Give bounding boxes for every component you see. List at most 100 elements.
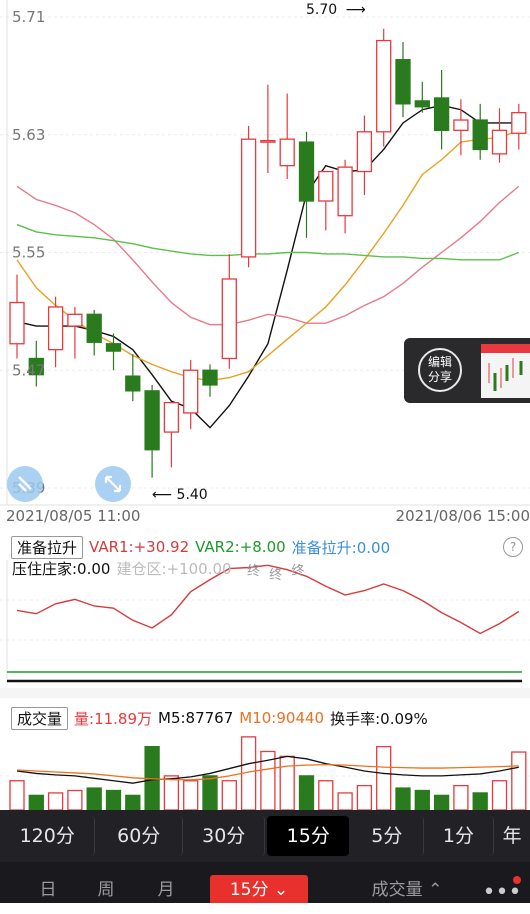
volume-bar [337,792,353,811]
volume-bar [453,784,469,811]
period-15min[interactable]: 15分 [267,816,350,856]
volume-bar [47,792,64,811]
period-120min[interactable]: 120分 [0,816,96,856]
low-label: 5.40 [176,487,208,503]
period-1min[interactable]: 1分 [424,816,495,856]
tab-volume-label: 成交量 [371,880,423,900]
collapse-indicator-icon[interactable] [7,466,43,502]
tab-week[interactable]: 周 [76,875,136,903]
build-value: 建仓区:+100.00 [116,559,232,578]
tab-volume[interactable]: 成交量 ⌃ [352,875,462,903]
price-tick-label: 5.71 [12,8,45,26]
candle-body [67,313,83,327]
candlesticks [9,28,527,478]
volume-bar [28,794,44,811]
turnover-value: 换手率:0.09% [330,708,434,729]
text-mark: 终 [291,564,305,579]
candle-body [337,166,353,217]
tab-day[interactable]: 日 [20,875,76,903]
expand-arrows-icon [104,475,122,493]
edit-share-button[interactable]: 编辑 分享 [404,338,530,403]
share-label-line1: 编辑 [427,355,452,369]
candle-body [395,59,411,105]
volume-bar [395,787,411,811]
candle-body [298,141,315,202]
candle-body [9,301,25,345]
left-arrow-icon: ⟵ [152,487,173,503]
candle-body [376,39,392,133]
pressure-value: 压住庄家:0.00 [12,559,111,578]
candle-body [144,390,160,451]
candle-body [125,375,141,392]
indicator-text-marks: 终 终 终 [247,560,305,583]
candle-body [453,119,469,131]
volume-legend: 成交量 量:11.89万 M5:87767 M10:90440 换手率:0.09… [0,704,530,732]
volume-bar [86,787,102,811]
volume-bar [183,780,199,811]
candle-body [260,139,276,143]
candle-body [318,170,334,202]
volume-bar [472,792,488,811]
price-tick-label: 5.63 [12,126,45,144]
text-mark: 终 [269,568,283,583]
double-chevron-icon [18,476,32,492]
volume-bars [0,736,530,811]
screenshot-thumbnail [481,344,530,398]
period-selector-bar: 120分 60分 30分 15分 5分 1分 年 [0,810,530,862]
price-grid [0,0,530,506]
turnover-text: 换手率:0.09% [330,709,428,728]
volume-bar [356,784,373,811]
volume-bar [376,745,392,811]
fullscreen-toggle-icon[interactable] [95,466,131,502]
indicator-lines [0,564,530,698]
volume-bar [202,775,218,811]
candle-body [221,278,237,360]
candle-body [433,97,450,131]
candle-body [202,369,218,386]
volume-bar [433,794,450,811]
volume-bar [67,789,83,811]
period-60min[interactable]: 60分 [95,816,183,856]
volume-bar [163,775,180,811]
candle-body [163,401,180,433]
volume-bar [9,780,25,811]
notification-dot-icon [513,876,521,884]
m5-value: M5:87767 [158,709,234,727]
share-label-line2: 分享 [427,370,452,384]
volume-bar [318,780,334,811]
time-label-start: 2021/08/05 11:00 [6,507,141,525]
m10-value: M10:90440 [239,709,325,727]
low-annotation: ⟵ 5.40 [152,487,208,503]
time-label-end: 2021/08/06 15:00 [395,507,530,525]
bottom-tab-bar: 日 周 月 15分 ⌄ 成交量 ⌃ ••• [0,862,530,905]
right-arrow-icon: ⟶ [345,2,366,18]
ma-line [16,185,520,326]
panel-separator [0,688,530,698]
tab-month[interactable]: 月 [136,875,196,903]
volume-value: 量:11.89万 [74,709,153,728]
candle-body [356,131,373,173]
volume-bar [279,755,295,811]
chevron-down-icon: ⌄ [273,880,289,900]
candle-body [414,100,430,108]
chevron-up-icon: ⌃ [428,880,443,900]
candle-body [491,129,508,155]
price-tick-label: 5.55 [12,244,45,262]
tab-15min[interactable]: 15分 ⌄ [210,875,308,903]
text-mark: 终 [247,564,261,579]
volume-bar [221,780,237,811]
period-5min[interactable]: 5分 [351,816,424,856]
share-circle: 编辑 分享 [418,348,462,392]
period-30min[interactable]: 30分 [183,816,266,856]
period-year[interactable]: 年 [494,816,530,856]
price-axis-labels: 5.715.635.555.475.39 [12,8,45,497]
ma-line [16,223,520,261]
volume-bar [511,751,527,811]
candle-body [183,369,199,414]
volume-selector[interactable]: 成交量 [11,706,69,730]
high-label: 5.70 [306,2,338,18]
candle-body [47,306,64,351]
candle-body [105,343,122,352]
volume-bar [105,789,122,811]
candle-body [511,112,527,134]
